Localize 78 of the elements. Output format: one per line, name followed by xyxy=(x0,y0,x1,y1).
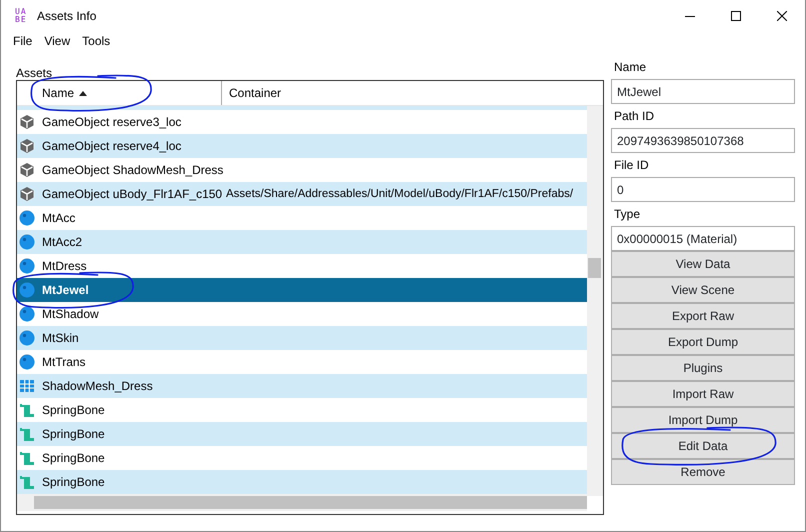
sphere-icon xyxy=(19,330,35,346)
action-button[interactable]: View Scene xyxy=(611,277,795,303)
column-header[interactable]: Container xyxy=(222,81,282,105)
asset-container: Assets/Share/Addressables/Unit/Model/uBody/Flr1AF/c150/Prefabs/ xyxy=(226,186,574,202)
asset-name: SpringBone xyxy=(42,426,106,442)
asset-row[interactable]: SpringBone xyxy=(17,398,587,422)
scroll-icon xyxy=(19,402,35,418)
sphere-icon xyxy=(19,354,35,370)
action-button[interactable]: Export Raw xyxy=(611,303,795,329)
text-field[interactable]: 0 xyxy=(611,177,795,202)
window-title: Assets Info xyxy=(37,8,96,25)
sphere-icon xyxy=(19,210,35,226)
action-button[interactable]: Import Dump xyxy=(611,407,795,433)
cube-icon xyxy=(19,114,35,130)
asset-row[interactable]: MtShadow xyxy=(17,302,587,326)
app-logo: UA BE xyxy=(15,8,28,24)
sphere-icon xyxy=(19,282,35,298)
asset-row[interactable]: SpringBone xyxy=(17,422,587,446)
asset-row[interactable]: SpringBone xyxy=(17,446,587,470)
cube-icon xyxy=(19,162,35,178)
text-field[interactable]: 0x00000015 (Material) xyxy=(611,226,795,251)
asset-row[interactable]: ShadowMesh_Dress xyxy=(17,374,587,398)
field-label: Type xyxy=(613,206,642,223)
menu-item[interactable]: Tools xyxy=(82,32,110,52)
horizontal-scrollbar[interactable] xyxy=(17,494,587,511)
field-label: Path ID xyxy=(613,108,656,125)
cube-icon xyxy=(19,138,35,154)
field-label: Name xyxy=(613,59,648,76)
asset-name: SpringBone xyxy=(42,402,106,418)
field-label: File ID xyxy=(613,157,650,174)
asset-row[interactable]: MtJewel xyxy=(17,278,587,302)
asset-name: MtShadow xyxy=(42,306,100,322)
asset-row[interactable]: GameObject reserve3_loc xyxy=(17,110,587,134)
asset-name: MtAcc2 xyxy=(42,234,84,250)
asset-row[interactable]: MtAcc xyxy=(17,206,587,230)
asset-name: ShadowMesh_Dress xyxy=(42,378,154,394)
asset-name: MtSkin xyxy=(42,330,80,346)
asset-row[interactable]: MtSkin xyxy=(17,326,587,350)
asset-name: SpringBone xyxy=(42,474,106,490)
asset-row[interactable]: GameObject uBody_Flr1AF_c150 Assets/Share/Addressables/Unit/Model/uBody/Flr1AF/c150/Prefabs/ xyxy=(17,182,587,206)
action-button[interactable]: Plugins xyxy=(611,355,795,381)
section-label: Assets xyxy=(16,66,54,80)
asset-name: GameObject reserve4_loc xyxy=(42,138,182,154)
scroll-icon xyxy=(19,450,35,466)
vertical-scrollbar[interactable] xyxy=(587,106,603,496)
asset-row[interactable]: MtAcc2 xyxy=(17,230,587,254)
sphere-icon xyxy=(19,258,35,274)
close-icon xyxy=(777,11,787,21)
asset-row[interactable]: SpringBone xyxy=(17,470,587,494)
asset-row[interactable]: MtTrans xyxy=(17,350,587,374)
grid-icon xyxy=(19,378,35,394)
asset-name: GameObject uBody_Flr1AF_c150 xyxy=(42,186,224,202)
asset-name: GameObject ShadowMesh_Dress xyxy=(42,162,224,178)
sphere-icon xyxy=(19,306,35,322)
column-header[interactable]: Name xyxy=(35,81,222,105)
asset-row[interactable]: GameObject reserve4_loc xyxy=(17,134,587,158)
asset-row[interactable]: MtDress xyxy=(17,254,587,278)
sphere-icon xyxy=(19,234,35,250)
asset-name: MtTrans xyxy=(42,354,87,370)
scroll-icon xyxy=(19,474,35,490)
text-field[interactable]: MtJewel xyxy=(611,79,795,104)
asset-name: MtDress xyxy=(42,258,88,274)
action-button[interactable]: Remove xyxy=(611,459,795,485)
asset-name: MtJewel xyxy=(42,282,90,298)
menu-item[interactable]: View xyxy=(44,32,70,52)
action-button[interactable]: View Data xyxy=(611,251,795,277)
asset-row[interactable]: GameObject ShadowMesh_Dress xyxy=(17,158,587,182)
text-field[interactable]: 2097493639850107368 xyxy=(611,128,795,153)
asset-name: SpringBone xyxy=(42,450,106,466)
cube-icon xyxy=(19,186,35,202)
action-button[interactable]: Edit Data xyxy=(611,433,795,459)
maximize-icon xyxy=(731,11,741,21)
action-button[interactable]: Import Raw xyxy=(611,381,795,407)
asset-name: GameObject reserve3_loc xyxy=(42,114,182,130)
action-button[interactable]: Export Dump xyxy=(611,329,795,355)
scroll-icon xyxy=(19,426,35,442)
asset-name: MtAcc xyxy=(42,210,76,226)
menu-item[interactable]: File xyxy=(13,32,32,52)
